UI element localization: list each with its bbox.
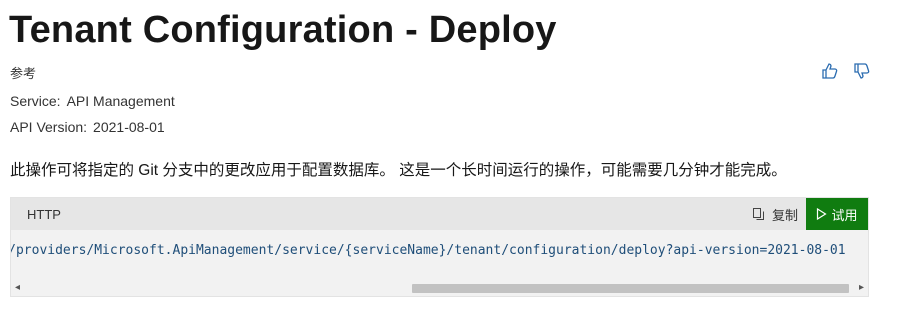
copy-icon	[752, 208, 764, 220]
try-it-label: 试用	[831, 207, 858, 223]
scroll-right-arrow-icon[interactable]: ▸	[859, 282, 864, 293]
thumbs-down-icon	[854, 63, 870, 79]
thumbs-up-button[interactable]	[819, 60, 841, 82]
horizontal-scrollbar[interactable]: ◂ ▸	[11, 280, 868, 296]
code-block: HTTP 复制 试用 Name}/providers/Microsoft.Api…	[10, 197, 869, 297]
page-title: Tenant Configuration - Deploy	[9, 9, 557, 51]
copy-button[interactable]: 复制	[752, 198, 798, 230]
service-value: API Management	[66, 93, 175, 109]
thumbs-up-icon	[822, 63, 838, 79]
request-url: Name}/providers/Microsoft.ApiManagement/…	[11, 243, 846, 258]
api-version-value: 2021-08-01	[93, 119, 165, 135]
try-it-button[interactable]: 试用	[806, 198, 868, 230]
code-header: HTTP 复制 试用	[11, 198, 868, 230]
thumbs-down-button[interactable]	[851, 60, 873, 82]
reference-label: 参考	[10, 66, 37, 81]
service-label: Service:	[10, 93, 61, 109]
scroll-left-arrow-icon[interactable]: ◂	[15, 282, 20, 293]
play-icon	[817, 208, 828, 220]
service-line: Service: API Management	[10, 93, 175, 109]
code-line: Name}/providers/Microsoft.ApiManagement/…	[11, 243, 868, 258]
copy-button-label: 复制	[771, 207, 798, 223]
api-version-label: API Version:	[10, 119, 88, 135]
scrollbar-thumb[interactable]	[412, 284, 849, 293]
description: 此操作可将指定的 Git 分支中的更改应用于配置数据库。 这是一个长时间运行的操…	[10, 162, 787, 179]
api-version-line: API Version: 2021-08-01	[10, 119, 165, 135]
code-language: HTTP	[27, 206, 61, 222]
feedback-buttons	[819, 60, 873, 82]
